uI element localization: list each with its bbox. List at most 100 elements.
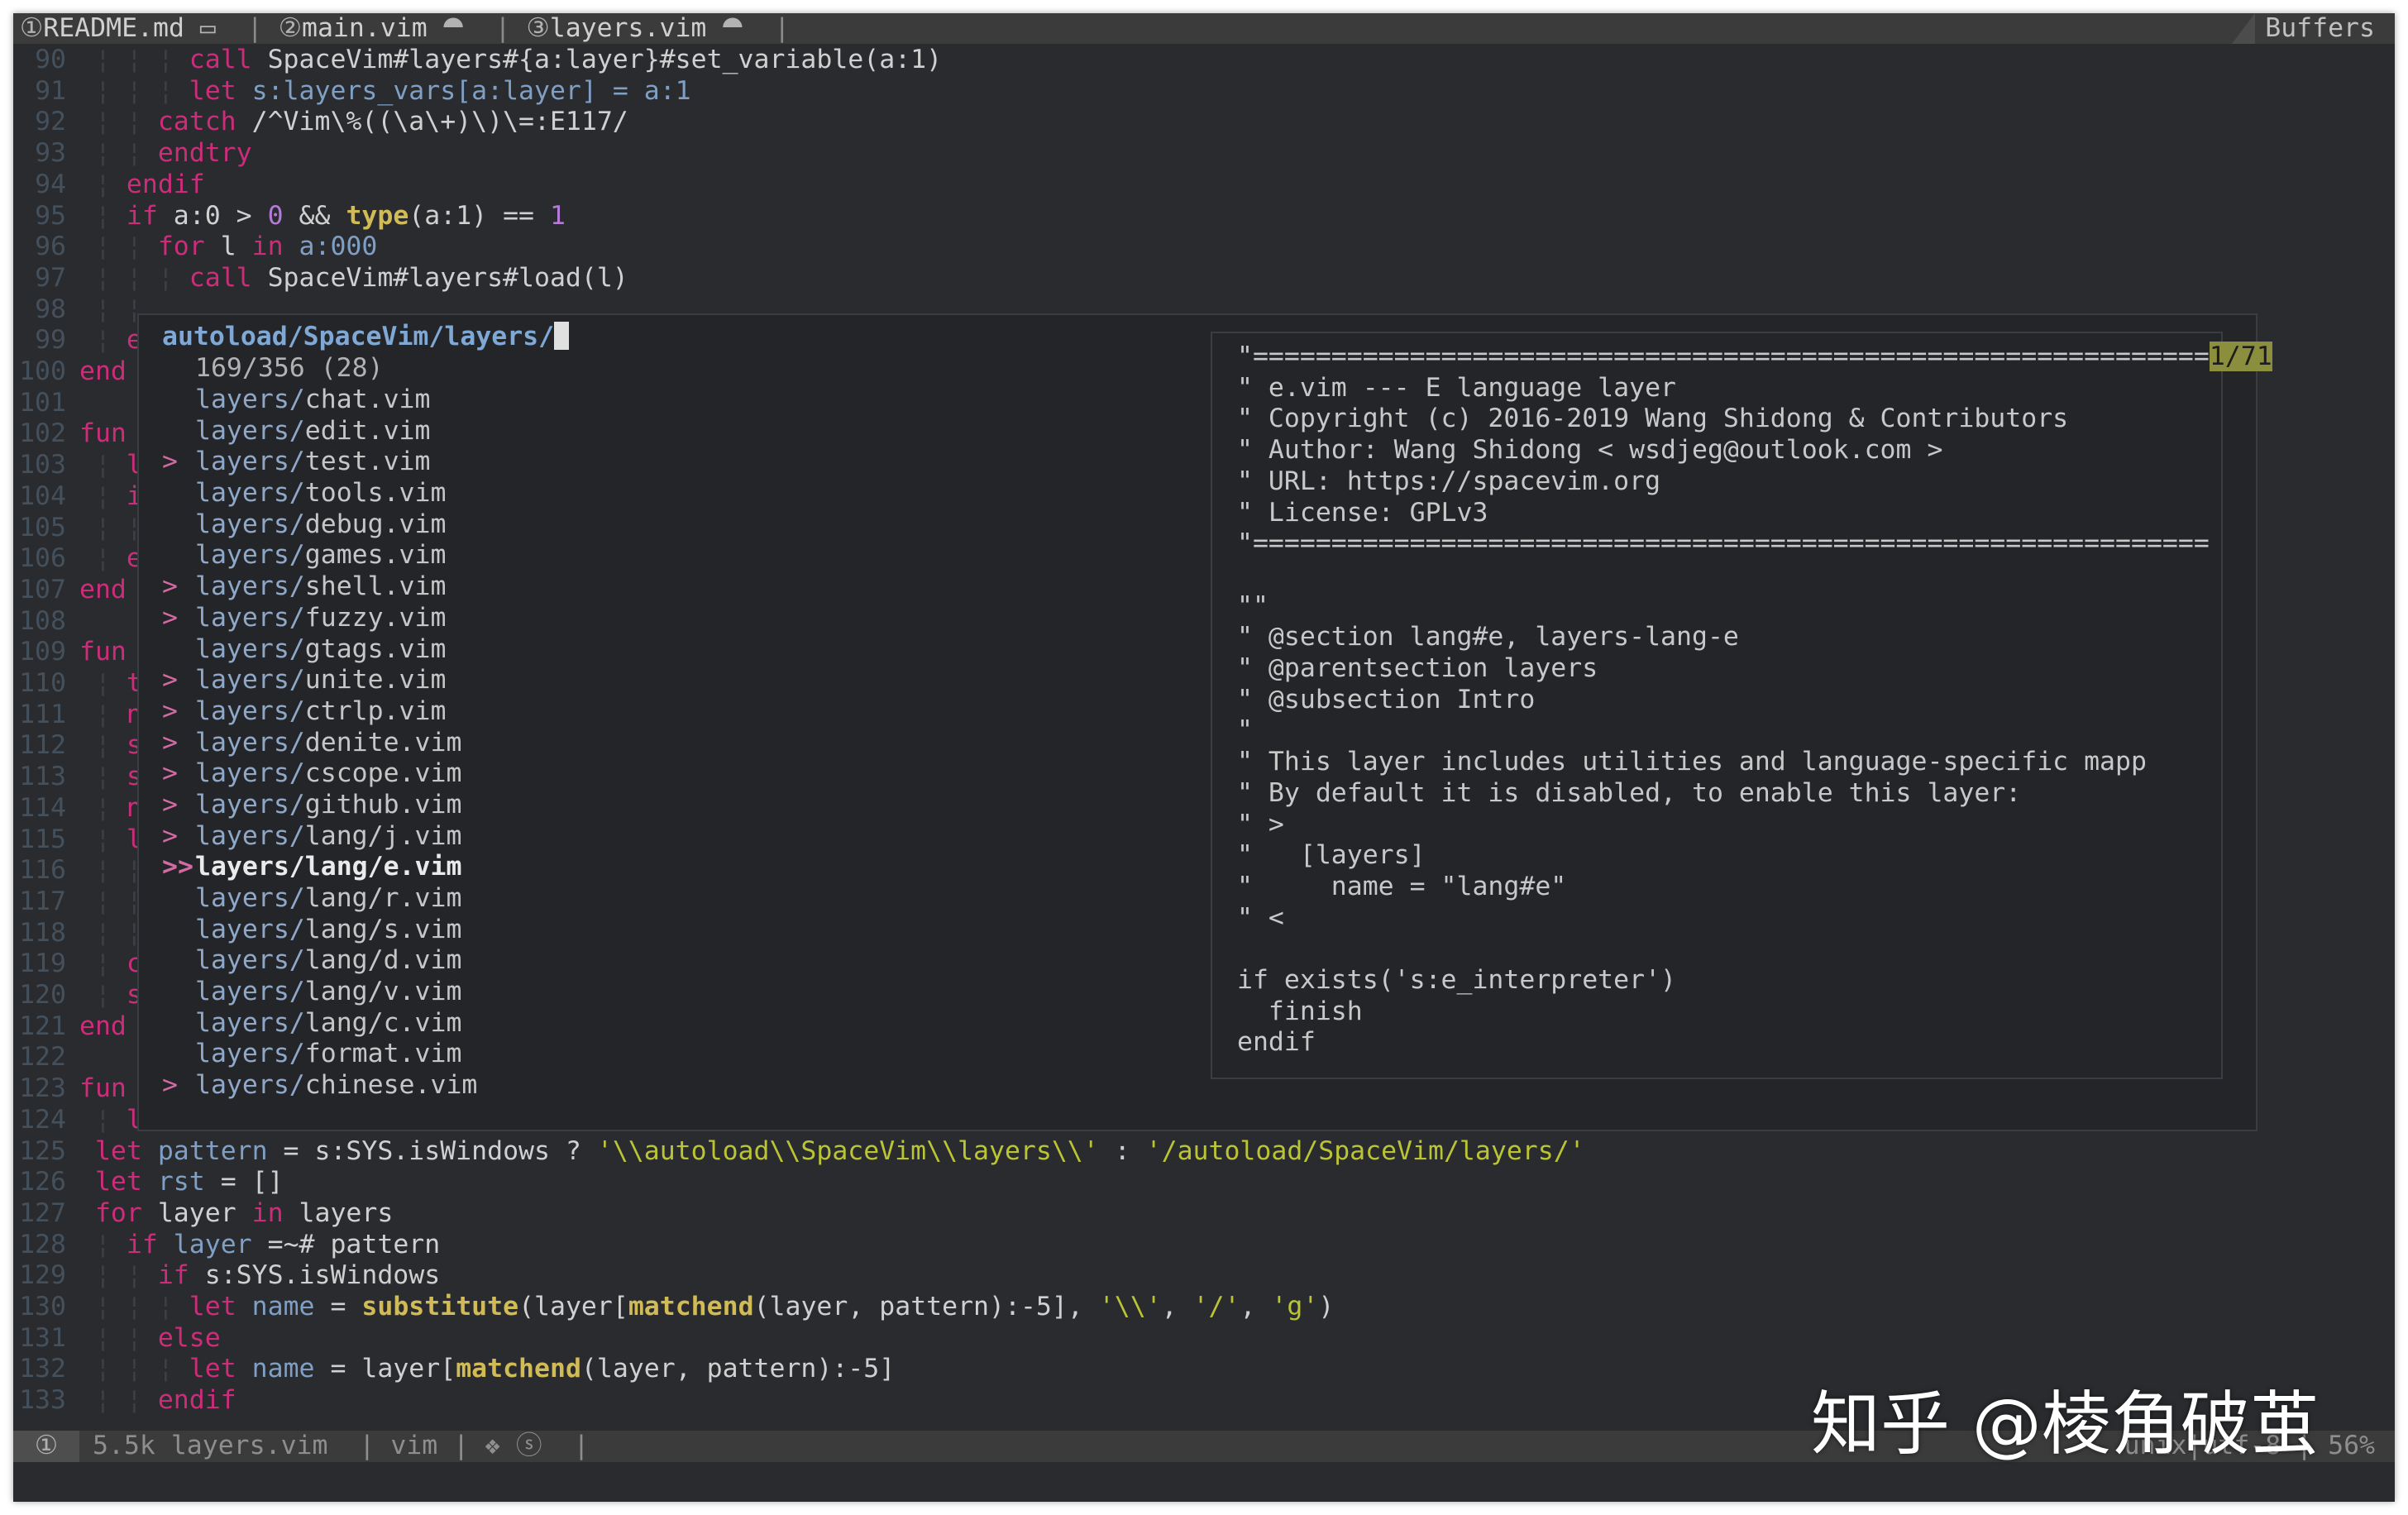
result-item[interactable]: > layers/cscope.vim bbox=[162, 758, 477, 790]
line-number: 94 bbox=[35, 169, 66, 199]
vim-window: ①README.md ▭ | ②main.vim ⯊ | ③layers.vim… bbox=[13, 13, 2395, 1502]
indent-guide: ¦ bbox=[79, 762, 127, 792]
line-number: 105 bbox=[19, 512, 66, 542]
result-item[interactable]: > layers/shell.vim bbox=[162, 571, 477, 603]
result-item[interactable]: layers/edit.vim bbox=[162, 416, 477, 447]
preview-line: " By default it is disabled, to enable t… bbox=[1237, 778, 2021, 810]
result-item[interactable]: layers/format.vim bbox=[162, 1039, 477, 1070]
code-token: fun bbox=[79, 1073, 127, 1104]
result-item[interactable]: layers/gtags.vim bbox=[162, 634, 477, 666]
preview-text: " Author: Wang Shidong < wsdjeg@outlook.… bbox=[1237, 435, 1943, 466]
result-item[interactable]: layers/games.vim bbox=[162, 540, 477, 571]
result-dir: layers/ bbox=[195, 540, 305, 571]
result-name: shell.vim bbox=[304, 571, 447, 602]
result-item[interactable]: > layers/fuzzy.vim bbox=[162, 603, 477, 634]
code-token: let bbox=[94, 1135, 142, 1166]
file-finder-popup: autoload/SpaceVim/layers/ 169/356 (28) l… bbox=[137, 313, 2272, 1131]
line-number: 93 bbox=[35, 138, 66, 169]
line-content: ¦ s bbox=[79, 980, 142, 1011]
line-number: 92 bbox=[35, 107, 66, 137]
code-token: name bbox=[236, 1354, 315, 1384]
code-token: s:layers_vars[a:layer] = a:1 bbox=[236, 75, 691, 106]
line-content: ¦ e bbox=[79, 543, 142, 575]
line-number: 128 bbox=[19, 1229, 66, 1259]
line-content: ¦ ¦ ¦ let s:layers_vars[a:layer] = a:1 bbox=[79, 76, 691, 108]
preview-line: " > bbox=[1237, 810, 1284, 841]
preview-text: " e.vim --- E language layer bbox=[1237, 372, 1677, 403]
tab-label: layers.vim bbox=[549, 13, 707, 43]
indent-guide: ¦ bbox=[79, 730, 127, 761]
result-marker bbox=[162, 509, 195, 541]
code-token: a:000 bbox=[283, 232, 378, 262]
result-name: edit.vim bbox=[304, 415, 431, 446]
finder-prompt[interactable]: autoload/SpaceVim/layers/ bbox=[162, 322, 570, 353]
tab-layers-vim[interactable]: ③layers.vim ⯊ bbox=[526, 13, 758, 43]
result-name: gtags.vim bbox=[304, 633, 447, 664]
line-content: ¦ s bbox=[79, 762, 142, 793]
tab-icon: ▭ bbox=[184, 13, 232, 43]
code-token: in bbox=[251, 232, 284, 262]
line-number: 125 bbox=[19, 1135, 66, 1166]
result-dir: layers/ bbox=[195, 665, 305, 695]
code-token: substitute bbox=[361, 1292, 519, 1321]
code-token: 1 bbox=[549, 200, 566, 231]
result-item[interactable]: layers/lang/c.vim bbox=[162, 1008, 477, 1039]
result-name: lang/e.vim bbox=[304, 852, 462, 882]
buffers-label[interactable]: Buffers bbox=[2232, 13, 2395, 44]
line-number: 100 bbox=[19, 356, 66, 386]
tab-main-vim[interactable]: ②main.vim ⯊ bbox=[279, 13, 480, 43]
result-item[interactable]: layers/chat.vim bbox=[162, 385, 477, 416]
code-token: endif bbox=[126, 169, 205, 199]
line-content: for layer in layers bbox=[79, 1198, 393, 1230]
result-marker: > bbox=[162, 695, 178, 726]
tabline: ①README.md ▭ | ②main.vim ⯊ | ③layers.vim… bbox=[13, 13, 2395, 44]
code-token: && bbox=[283, 200, 346, 231]
line-number: 97 bbox=[35, 262, 66, 293]
line-content: ¦ n bbox=[79, 793, 142, 824]
code-token: let bbox=[189, 1354, 236, 1384]
code-token: let bbox=[94, 1167, 142, 1197]
result-marker bbox=[162, 478, 195, 509]
line-number: 104 bbox=[19, 480, 66, 511]
line-content: ¦ ¦ catch /^Vim\%((\a\+)\)\=:E117/ bbox=[79, 107, 628, 138]
result-dir: layers/ bbox=[195, 509, 305, 539]
result-item[interactable]: layers/lang/v.vim bbox=[162, 977, 477, 1008]
line-content: ¦ l bbox=[79, 450, 142, 481]
code-token: for bbox=[94, 1197, 142, 1228]
line-content: ¦ endif bbox=[79, 170, 205, 201]
result-item[interactable]: layers/lang/d.vim bbox=[162, 945, 477, 977]
result-item[interactable]: > layers/chinese.vim bbox=[162, 1070, 477, 1102]
line-content: fun bbox=[79, 637, 127, 668]
indent-guide bbox=[79, 1136, 95, 1166]
result-item[interactable]: > layers/unite.vim bbox=[162, 665, 477, 696]
tab-separator: | bbox=[231, 13, 279, 43]
line-number: 102 bbox=[19, 418, 66, 449]
line-content: ¦ ¦ ¦ call SpaceVim#layers#{a:layer}#set… bbox=[79, 45, 942, 76]
preview-text: " License: GPLv3 bbox=[1237, 497, 1488, 528]
result-item[interactable]: > layers/ctrlp.vim bbox=[162, 696, 477, 728]
code-token: SpaceVim#layers#{a:layer}#set_variable(a… bbox=[251, 45, 943, 74]
result-item[interactable]: layers/tools.vim bbox=[162, 478, 477, 509]
result-item[interactable]: layers/debug.vim bbox=[162, 509, 477, 541]
result-item[interactable]: > layers/lang/j.vim bbox=[162, 821, 477, 853]
indent-guide: ¦ bbox=[79, 1229, 127, 1259]
preview-line: " License: GPLv3 bbox=[1237, 498, 1488, 529]
code-token: s:SYS.isWindows bbox=[189, 1260, 441, 1291]
tab-README-md[interactable]: ①README.md ▭ bbox=[20, 13, 232, 43]
result-name: ctrlp.vim bbox=[304, 695, 447, 726]
code-token: (layer[ bbox=[518, 1292, 628, 1321]
preview-line: " Author: Wang Shidong < wsdjeg@outlook.… bbox=[1237, 435, 1942, 466]
result-item[interactable]: layers/lang/s.vim bbox=[162, 915, 477, 946]
result-name: lang/c.vim bbox=[304, 1007, 462, 1038]
result-item[interactable]: layers/lang/r.vim bbox=[162, 883, 477, 915]
result-item-selected[interactable]: >>layers/lang/e.vim bbox=[162, 852, 477, 883]
tab-number: ③ bbox=[526, 13, 550, 43]
result-item[interactable]: > layers/denite.vim bbox=[162, 728, 477, 759]
code-token: catch bbox=[157, 107, 236, 137]
result-item[interactable]: > layers/github.vim bbox=[162, 790, 477, 821]
finder-prompt-path: autoload/SpaceVim/layers/ bbox=[162, 322, 555, 351]
watermark: 知乎 @棱角破茧 bbox=[1811, 1384, 2320, 1465]
result-item[interactable]: > layers/test.vim bbox=[162, 447, 477, 478]
line-content: ¦ ¦ for l in a:000 bbox=[79, 232, 377, 263]
line-number: 126 bbox=[19, 1167, 66, 1197]
